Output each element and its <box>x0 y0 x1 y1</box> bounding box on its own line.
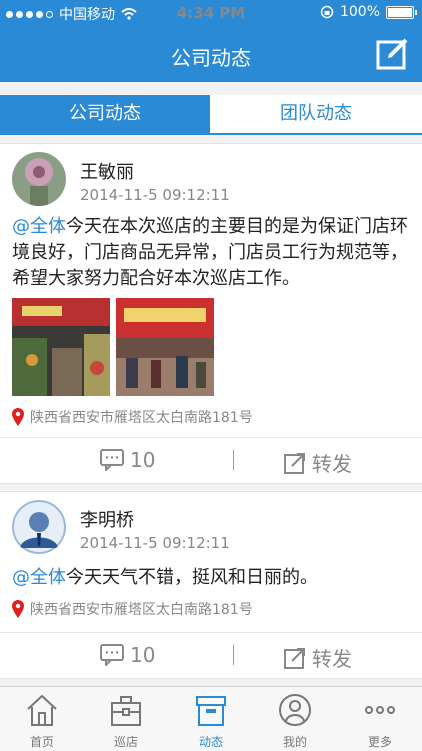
tabbar-label: 首页 <box>29 735 54 749</box>
mention-link[interactable]: @全体 <box>12 216 66 237</box>
comment-button[interactable]: 10 <box>100 643 155 667</box>
post-actions: 10 转发 <box>0 437 422 484</box>
share-label: 转发 <box>312 452 352 476</box>
post-location: 陕西省西安市雁塔区太白南路181号 <box>12 407 253 427</box>
tabbar-item-mine[interactable]: 我的 <box>253 687 337 751</box>
share-button[interactable]: 转发 <box>284 643 352 672</box>
comment-button[interactable]: 10 <box>100 448 155 472</box>
tabbar-label: 巡店 <box>113 735 138 749</box>
action-divider <box>233 645 234 665</box>
post-text: 今天在本次巡店的主要目的是为保证门店环境良好，门店商品无异常，门店员工行为规范等… <box>12 216 408 289</box>
share-icon <box>284 647 305 669</box>
post-author: 李明桥 <box>80 510 134 531</box>
post-actions: 10 转发 <box>0 632 422 679</box>
post-time: 2014-11-5 09:12:11 <box>80 534 230 552</box>
comment-count: 10 <box>130 448 156 472</box>
post-image[interactable] <box>12 298 110 396</box>
box-icon <box>196 696 226 726</box>
nav-bar: 公司动态 <box>0 26 422 82</box>
tab-company-news[interactable]: 公司动态 <box>0 95 210 133</box>
post-card: 王敏丽 2014-11-5 09:12:11 @全体今天在本次巡店的主要目的是为… <box>0 143 422 484</box>
location-text: 陕西省西安市雁塔区太白南路181号 <box>30 602 253 618</box>
share-icon <box>284 452 305 474</box>
tab-team-news[interactable]: 团队动态 <box>210 95 422 133</box>
post-time: 2014-11-5 09:12:11 <box>80 186 230 204</box>
battery-percent: 100% <box>339 4 380 20</box>
status-right: 100% <box>320 4 417 20</box>
segmented-tabs: 公司动态 团队动态 <box>0 95 422 135</box>
tabbar-label: 动态 <box>198 735 223 749</box>
home-icon <box>27 694 57 726</box>
share-label: 转发 <box>312 647 352 671</box>
location-text: 陕西省西安市雁塔区太白南路181号 <box>30 410 253 426</box>
location-pin-icon <box>12 408 24 426</box>
post-content: @全体今天在本次巡店的主要目的是为保证门店环境良好，门店商品无异常，门店员工行为… <box>12 214 412 292</box>
compose-icon[interactable] <box>376 36 410 70</box>
bottom-tab-bar: 首页 巡店 动态 我的 更多 <box>0 686 422 751</box>
tabbar-item-news[interactable]: 动态 <box>169 687 253 751</box>
battery-icon <box>386 5 417 19</box>
post-card: 李明桥 2014-11-5 09:12:11 @全体今天天气不错，挺风和日丽的。… <box>0 491 422 679</box>
post-content: @全体今天天气不错，挺风和日丽的。 <box>12 565 412 591</box>
comment-icon <box>100 449 124 471</box>
rotation-lock-icon <box>320 5 334 19</box>
comment-count: 10 <box>130 643 156 667</box>
tabbar-item-patrol[interactable]: 巡店 <box>84 687 168 751</box>
post-location: 陕西省西安市雁塔区太白南路181号 <box>12 599 253 619</box>
more-icon <box>365 706 395 714</box>
status-bar: 中国移动 4:34 PM 100% <box>0 0 422 26</box>
mention-link[interactable]: @全体 <box>12 567 66 588</box>
location-pin-icon <box>12 600 24 618</box>
avatar[interactable] <box>12 500 66 554</box>
avatar[interactable] <box>12 152 66 206</box>
post-image[interactable] <box>116 298 214 396</box>
tabbar-item-home[interactable]: 首页 <box>0 687 84 751</box>
comment-icon <box>100 644 124 666</box>
post-text: 今天天气不错，挺风和日丽的。 <box>66 567 318 588</box>
tabbar-label: 我的 <box>282 735 307 749</box>
post-author: 王敏丽 <box>80 162 134 183</box>
share-button[interactable]: 转发 <box>284 448 352 477</box>
tabbar-item-more[interactable]: 更多 <box>338 687 422 751</box>
briefcase-icon <box>111 696 141 726</box>
user-icon <box>279 694 311 726</box>
page-title: 公司动态 <box>171 46 251 70</box>
tabbar-label: 更多 <box>367 735 392 749</box>
post-images <box>12 298 214 396</box>
action-divider <box>233 450 234 470</box>
